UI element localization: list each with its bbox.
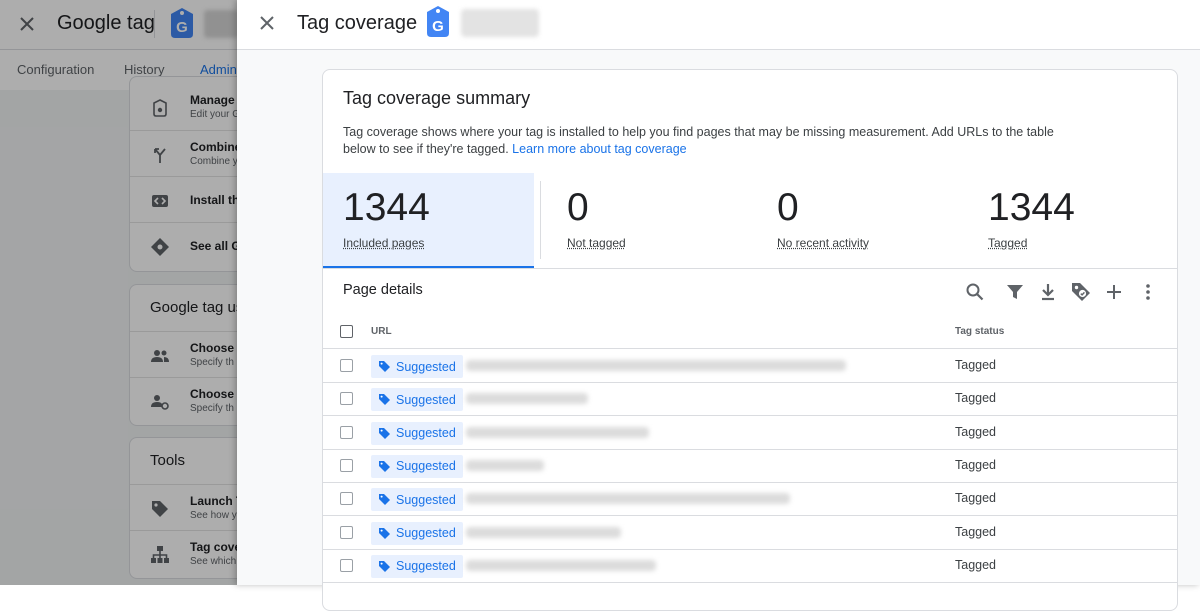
suggested-chip: Suggested — [371, 554, 463, 578]
tag-status: Tagged — [955, 391, 997, 406]
blurred-url — [466, 459, 544, 471]
table-row[interactable]: Suggested Tagged — [323, 382, 1177, 417]
chip-label: Suggested — [396, 426, 456, 441]
suggested-tag-icon — [379, 427, 390, 439]
blurred-url — [466, 393, 588, 405]
stat-label: Not tagged — [567, 236, 626, 250]
row-checkbox[interactable] — [340, 392, 353, 406]
select-all-checkbox[interactable] — [340, 325, 353, 338]
table-row[interactable]: Suggested Tagged — [323, 349, 1177, 383]
summary-title: Tag coverage summary — [343, 88, 531, 108]
stat-no-recent-activity[interactable]: 0 No recent activity — [753, 173, 953, 268]
suggested-tag-icon — [379, 560, 390, 572]
suggested-tag-icon — [379, 394, 390, 406]
table-row[interactable]: Suggested Tagged — [323, 449, 1177, 483]
svg-text:G: G — [432, 18, 444, 35]
suggested-chip: Suggested — [371, 521, 463, 545]
row-checkbox[interactable] — [340, 425, 353, 439]
table-row[interactable]: Suggested Tagged — [323, 549, 1177, 583]
blurred-url — [466, 493, 790, 505]
blurred-url — [466, 559, 656, 571]
tag-status: Tagged — [955, 358, 997, 372]
suggested-chip: Suggested — [371, 421, 463, 445]
row-checkbox[interactable] — [340, 492, 353, 506]
row-checkbox[interactable] — [340, 525, 353, 539]
chip-label: Suggested — [396, 526, 456, 540]
page-details-title: Page details — [343, 282, 423, 298]
chip-label: Suggested — [396, 459, 456, 474]
tag-status: Tagged — [955, 524, 997, 539]
row-checkbox[interactable] — [340, 458, 353, 472]
filter-icon[interactable] — [1003, 280, 1027, 304]
stat-label: Tagged — [988, 236, 1028, 250]
table-toolbar — [963, 280, 1163, 306]
google-tag-logo-icon: G — [427, 6, 449, 37]
stat-label: Included pages — [343, 236, 425, 250]
panel-title: Tag coverage — [297, 12, 418, 34]
add-icon[interactable] — [1102, 280, 1126, 304]
table-row[interactable]: Suggested Tagged — [323, 416, 1177, 450]
close-icon[interactable] — [257, 13, 277, 33]
divider — [540, 181, 541, 259]
stats-row: 1344 Included pages 0 Not tagged 0 No re… — [323, 173, 1177, 269]
download-icon[interactable] — [1036, 280, 1060, 304]
tag-status: Tagged — [955, 424, 997, 439]
summary-description: Tag coverage shows where your tag is ins… — [343, 124, 1083, 158]
blurred-tag-id — [461, 9, 539, 37]
panel-header: Tag coverage G — [237, 0, 1200, 50]
blurred-url — [466, 426, 649, 438]
suggested-chip: Suggested — [371, 454, 463, 478]
stat-value: 0 — [567, 186, 589, 229]
suggested-tag-icon — [379, 527, 390, 539]
stat-included-pages[interactable]: 1344 Included pages — [323, 173, 534, 268]
tag-coverage-panel: Tag coverage G Tag coverage summary Tag … — [237, 0, 1200, 611]
chip-label: Suggested — [396, 392, 456, 407]
stat-tagged[interactable]: 1344 Tagged — [963, 173, 1163, 268]
table-row[interactable]: Suggested Tagged — [323, 482, 1177, 517]
tag-status: Tagged — [955, 557, 997, 572]
more-vert-icon[interactable] — [1136, 280, 1160, 304]
table-row[interactable]: Suggested Tagged — [323, 516, 1177, 550]
stat-value: 0 — [777, 186, 799, 229]
suggested-tag-icon — [379, 361, 390, 372]
chip-label: Suggested — [396, 359, 456, 374]
tag-icon[interactable] — [1069, 280, 1093, 304]
learn-more-link[interactable]: Learn more about tag coverage — [512, 142, 686, 156]
column-header-tag-status[interactable]: Tag status — [955, 326, 1004, 337]
chip-label: Suggested — [396, 492, 456, 507]
row-checkbox[interactable] — [340, 359, 353, 372]
search-icon[interactable] — [963, 280, 987, 304]
chip-label: Suggested — [396, 559, 456, 574]
stat-not-tagged[interactable]: 0 Not tagged — [543, 173, 743, 268]
suggested-chip: Suggested — [371, 355, 463, 378]
stat-value: 1344 — [988, 186, 1075, 229]
tag-status: Tagged — [955, 491, 997, 506]
suggested-tag-icon — [379, 494, 390, 506]
row-checkbox[interactable] — [340, 558, 353, 572]
summary-card: Tag coverage summary Tag coverage shows … — [322, 69, 1178, 611]
column-header-url[interactable]: URL — [371, 326, 392, 337]
description-text: Tag coverage shows where your tag is ins… — [343, 125, 1054, 156]
suggested-chip: Suggested — [371, 388, 463, 412]
suggested-chip: Suggested — [371, 488, 463, 512]
stat-value: 1344 — [343, 186, 430, 229]
tag-status: Tagged — [955, 457, 997, 472]
suggested-tag-icon — [379, 460, 390, 472]
blurred-url — [466, 360, 846, 371]
blurred-url — [466, 526, 621, 538]
stat-label: No recent activity — [777, 236, 870, 250]
table-header: URL Tag status — [323, 314, 1177, 349]
